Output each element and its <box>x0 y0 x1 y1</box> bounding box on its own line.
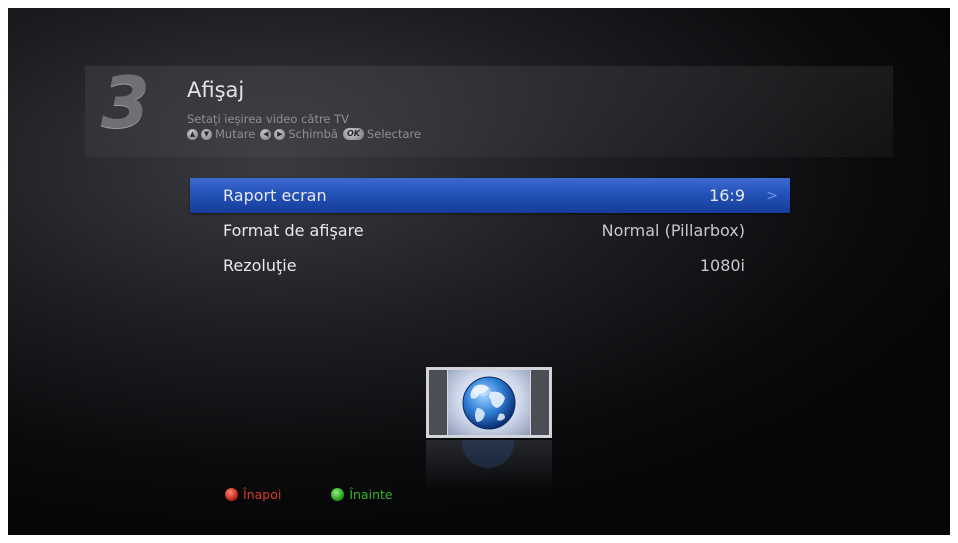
page-subtitle: Setaţi ieşirea video către TV <box>187 112 350 126</box>
tv-screen: 3 Afişaj Setaţi ieşirea video către TV ▲… <box>8 8 950 535</box>
step-number: 3 <box>101 62 150 144</box>
page-title: Afişaj <box>187 78 245 102</box>
globe-icon <box>462 376 516 430</box>
pillarbox-right-bar <box>531 370 549 435</box>
key-hints: ▲ ▼ Mutare ◀ ▶ Schimbă OK Selectare <box>187 127 423 141</box>
settings-menu: Raport ecran 16:9 > Format de afişare No… <box>190 178 790 283</box>
preview-reflection <box>426 416 552 490</box>
back-button-label[interactable]: Înapoi <box>243 487 281 502</box>
ok-button-icon: OK <box>342 128 364 140</box>
forward-button-label[interactable]: Înainte <box>349 487 392 502</box>
menu-item-raport-ecran[interactable]: Raport ecran 16:9 > <box>190 178 790 213</box>
menu-item-label: Raport ecran <box>223 186 327 205</box>
red-button-icon <box>225 488 238 501</box>
aspect-ratio-preview <box>426 367 552 438</box>
chevron-right-icon: > <box>766 187 778 204</box>
down-arrow-icon: ▼ <box>201 128 212 140</box>
globe-reflection <box>462 416 514 468</box>
menu-item-label: Format de afişare <box>223 221 364 240</box>
pillarbox-left-bar <box>429 370 447 435</box>
up-arrow-icon: ▲ <box>187 128 198 140</box>
hint-select: Selectare <box>366 127 422 141</box>
footer-buttons: Înapoi Înainte <box>225 487 393 502</box>
menu-item-value: 1080i <box>699 256 745 275</box>
setup-header: 3 Afişaj Setaţi ieşirea video către TV ▲… <box>85 62 893 157</box>
left-arrow-icon: ◀ <box>260 128 272 140</box>
menu-item-label: Rezoluţie <box>223 256 297 275</box>
menu-item-rezolutie[interactable]: Rezoluţie 1080i <box>190 248 790 283</box>
hint-move: Mutare <box>215 127 256 141</box>
right-arrow-icon: ▶ <box>274 128 286 140</box>
menu-item-format-afisare[interactable]: Format de afişare Normal (Pillarbox) <box>190 213 790 248</box>
menu-item-value: Normal (Pillarbox) <box>601 221 745 240</box>
hint-change: Schimbă <box>288 127 338 141</box>
green-button-icon <box>331 488 345 501</box>
menu-item-value: 16:9 <box>709 186 745 205</box>
